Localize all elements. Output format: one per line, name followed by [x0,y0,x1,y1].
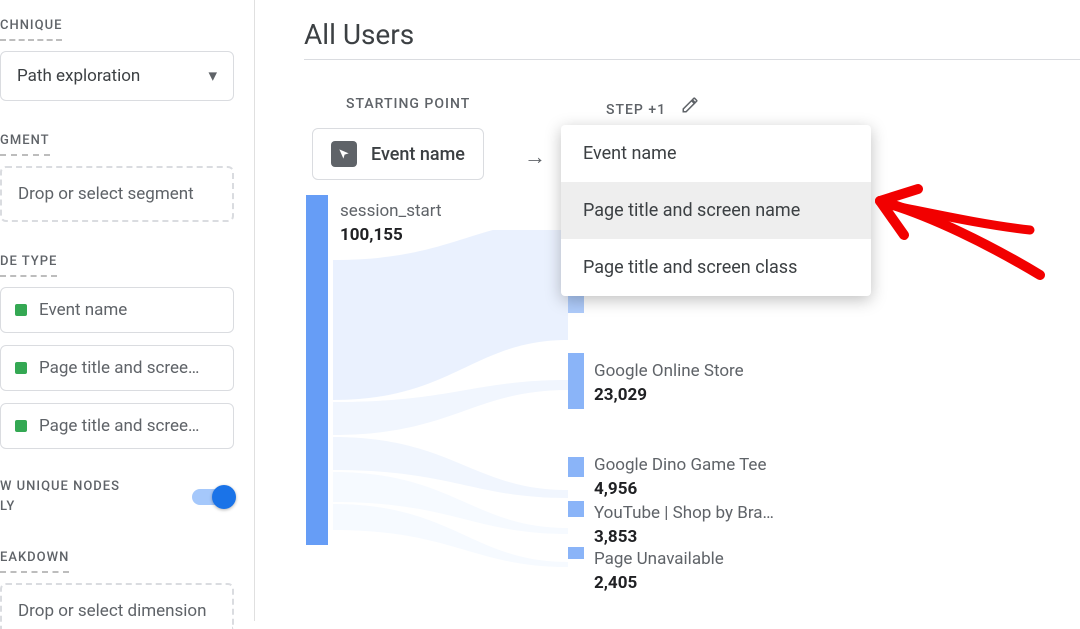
step1-node-label: Google Online Store [594,361,744,381]
step1-node-bar[interactable] [568,353,584,409]
technique-select-value: Path exploration [17,66,140,86]
dropdown-item-page-title-screen-name[interactable]: Page title and screen name [561,182,871,239]
step1-node-bar[interactable] [568,501,584,517]
dimension-dot-icon [15,362,27,374]
node-type-chip-label: Event name [39,300,127,320]
dimension-dot-icon [15,420,27,432]
node-type-chip[interactable]: Page title and scree… [0,403,234,449]
dropdown-item-page-title-screen-class[interactable]: Page title and screen class [561,239,871,296]
unique-nodes-toggle-row: W UNIQUE NODES LY [0,477,234,516]
toggle-knob-icon [212,485,236,509]
cursor-icon [331,141,357,167]
starting-point-container: Event name [312,128,484,180]
title-divider [304,59,1080,60]
step1-node-label: YouTube | Shop by Bra… [594,503,774,523]
step1-node-label: Google Dino Game Tee [594,455,766,475]
starting-point-header: STARTING POINT [346,96,470,112]
breakdown-dropzone[interactable]: Drop or select dimension [0,583,234,629]
node-type-chip-label: Page title and scree… [39,358,199,378]
starting-point-chip[interactable]: Event name [312,128,484,180]
step-dimension-dropdown: Event name Page title and screen name Pa… [561,125,871,296]
step1-node-value: 23,029 [594,385,647,405]
node-type-chip[interactable]: Page title and scree… [0,345,234,391]
technique-select[interactable]: Path exploration ▾ [0,51,234,101]
dimension-dot-icon [15,304,27,316]
start-node-label: session_start [340,201,442,221]
step1-node-value: 3,853 [594,527,637,547]
pencil-icon[interactable] [681,96,699,118]
unique-nodes-label: W UNIQUE NODES LY [0,477,120,516]
node-type-section-label: DE TYPE [0,254,57,277]
step1-node-value: 2,405 [594,573,637,593]
node-type-chip-label: Page title and scree… [39,416,199,436]
step1-node-label: Page Unavailable [594,549,724,569]
node-type-chip[interactable]: Event name [0,287,234,333]
starting-point-chip-label: Event name [371,144,465,165]
page-title: All Users [304,18,1080,51]
start-node-value: 100,155 [340,225,403,245]
breakdown-section-label: EAKDOWN [0,550,69,573]
dropdown-item-event-name[interactable]: Event name [561,125,871,182]
step1-node-bar[interactable] [568,457,584,477]
arrow-right-icon: → [524,144,546,170]
step-plus-1-header: STEP +1 [606,96,699,118]
step1-node-value: 4,956 [594,479,637,499]
segment-dropzone[interactable]: Drop or select segment [0,166,234,222]
unique-nodes-toggle[interactable] [192,489,234,505]
start-node-bar[interactable] [306,195,328,545]
config-sidebar: CHNIQUE Path exploration ▾ GMENT Drop or… [0,0,255,621]
caret-down-icon: ▾ [208,66,217,86]
segment-section-label: GMENT [0,133,50,156]
step1-node-bar[interactable] [568,547,584,559]
technique-section-label: CHNIQUE [0,18,62,41]
